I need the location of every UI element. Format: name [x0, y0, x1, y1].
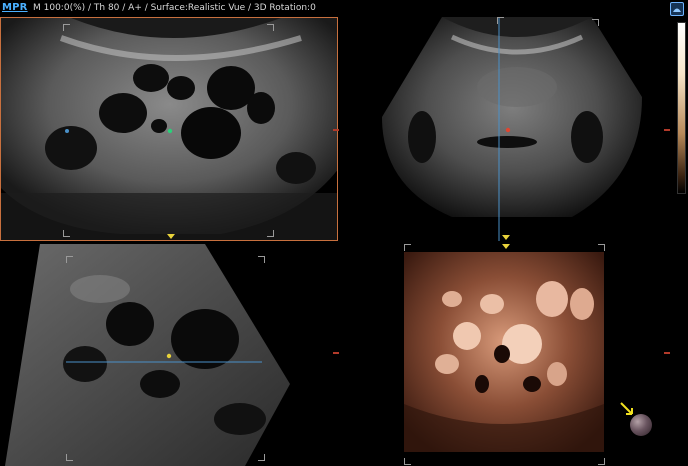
- status-readout: M 100:0(%) / Th 80 / A+ / Surface:Realis…: [33, 3, 316, 13]
- corner-marker: [63, 24, 70, 31]
- mpr-tab[interactable]: MPR: [2, 2, 28, 13]
- yellow-caret-marker: [502, 244, 510, 249]
- plane-edge-marker: [333, 129, 339, 131]
- corner-marker: [598, 244, 605, 251]
- view-plane-a[interactable]: [0, 17, 338, 241]
- tone-scale-bar: [677, 22, 686, 194]
- yellow-arrow-icon: [620, 402, 633, 415]
- view-plane-c[interactable]: [0, 244, 338, 466]
- corner-marker: [497, 17, 504, 24]
- probe-icon[interactable]: [670, 2, 684, 16]
- plane-edge-marker: [333, 352, 339, 354]
- yellow-caret-marker: [167, 234, 175, 239]
- view-3d-render[interactable]: [342, 244, 672, 466]
- corner-marker: [267, 230, 274, 237]
- corner-marker: [592, 19, 599, 26]
- yellow-caret-marker: [502, 235, 510, 240]
- corner-marker: [63, 230, 70, 237]
- corner-marker: [66, 256, 73, 263]
- plane-edge-marker: [664, 352, 670, 354]
- corner-marker: [258, 256, 265, 263]
- corner-marker: [258, 454, 265, 461]
- header-bar: MPR M 100:0(%) / Th 80 / A+ / Surface:Re…: [0, 0, 688, 18]
- corner-marker: [404, 458, 411, 465]
- corner-marker: [267, 24, 274, 31]
- corner-marker: [66, 454, 73, 461]
- orientation-sphere-icon[interactable]: [630, 414, 652, 436]
- view-plane-b[interactable]: [342, 17, 672, 241]
- corner-marker: [598, 458, 605, 465]
- plane-edge-marker: [664, 129, 670, 131]
- corner-marker: [404, 244, 411, 251]
